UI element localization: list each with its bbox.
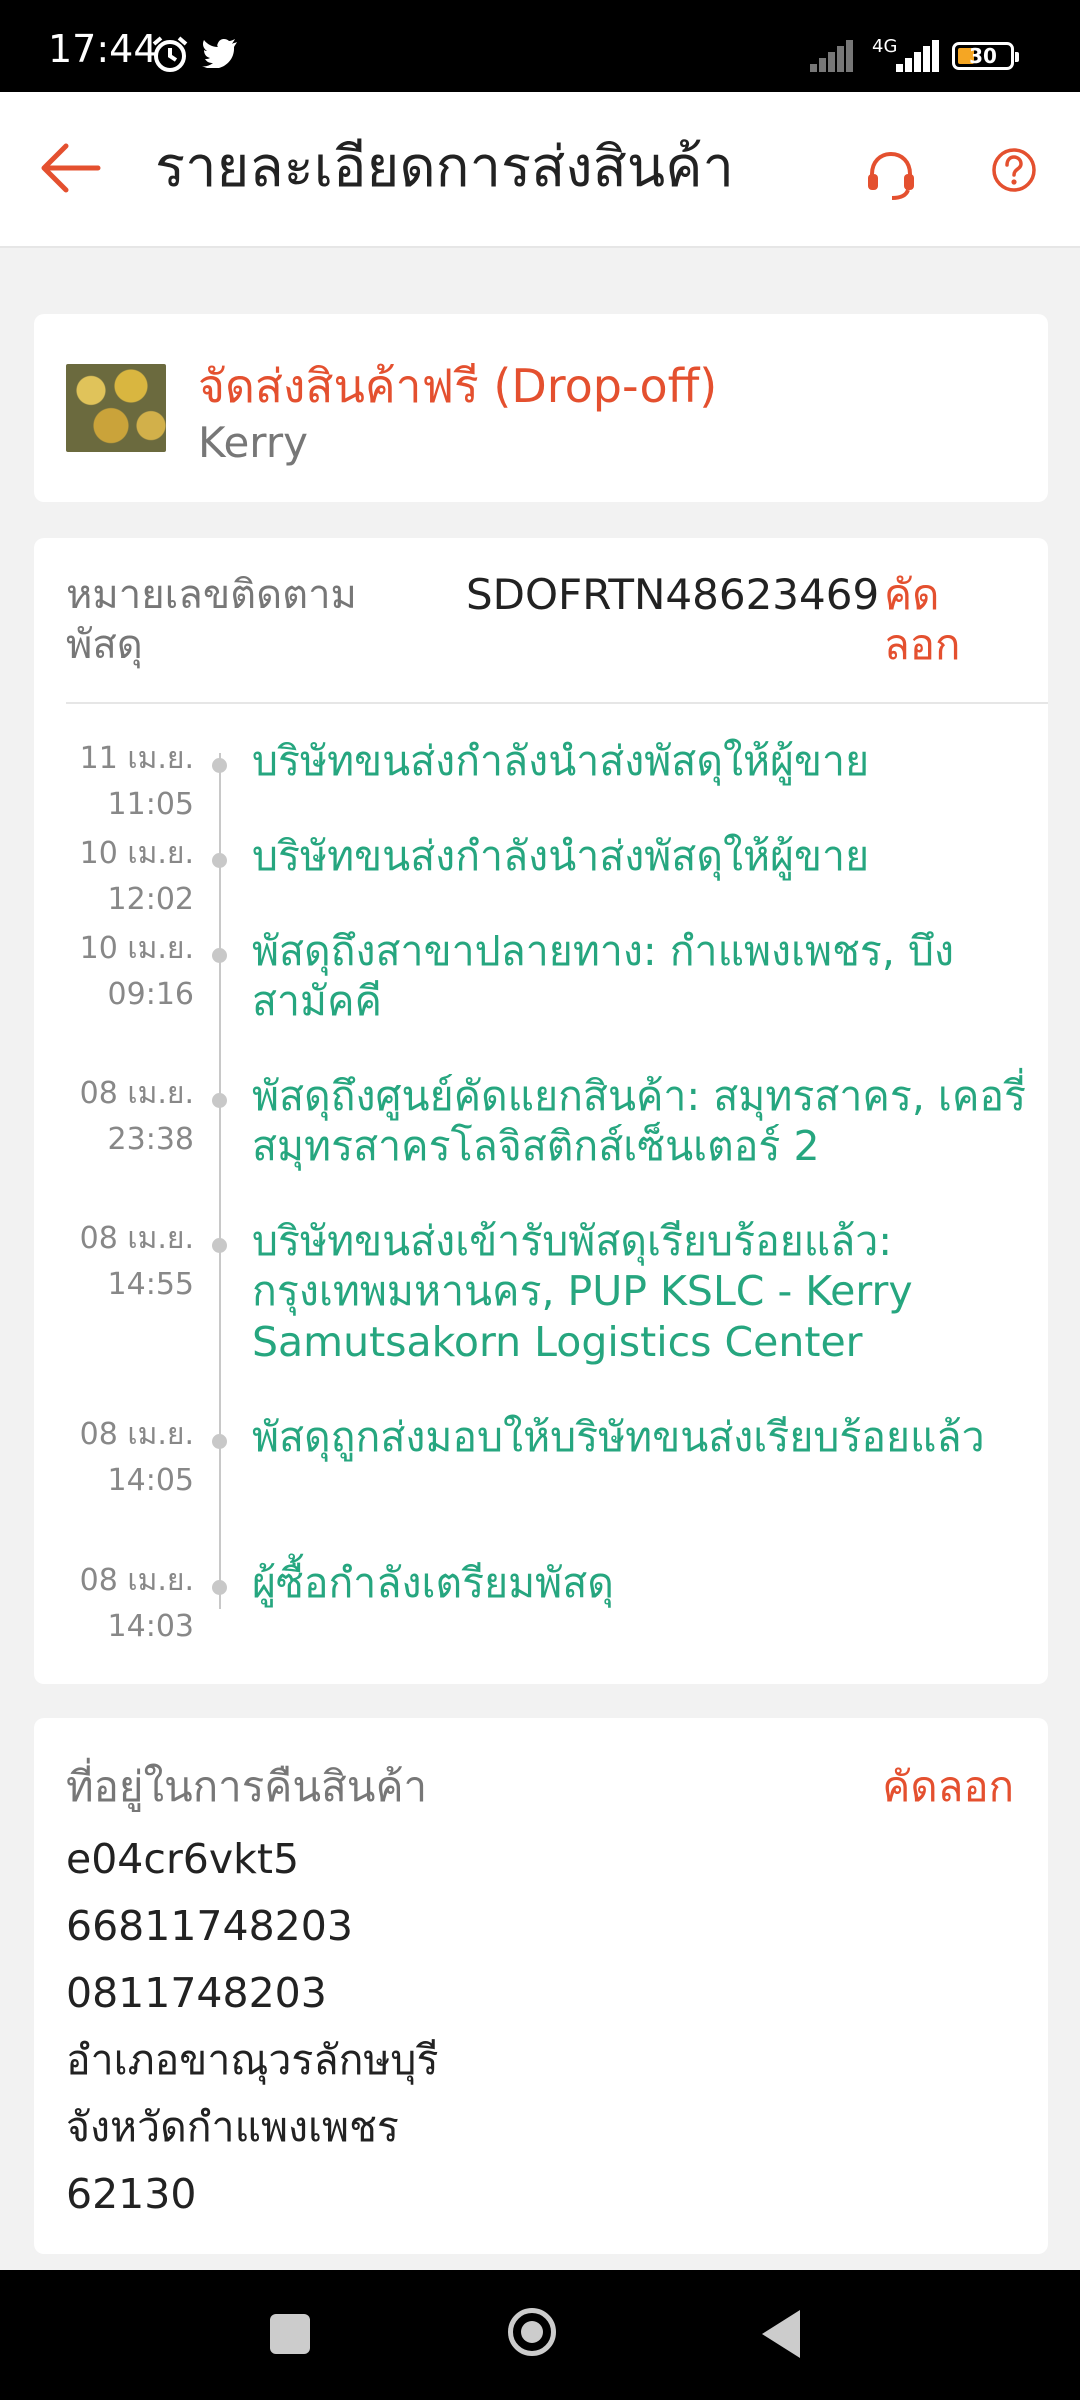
question-icon[interactable] [990,146,1038,194]
event-text: พัสดุถูกส่งมอบให้บริษัทขนส่งเรียบร้อยแล้… [252,1413,985,1461]
address-line: 0811748203 [66,1969,327,2017]
event-time: 23:38 [107,1121,194,1157]
address-lines: e04cr6vkt5 66811748203 0811748203 อำเภอข… [66,1826,438,2228]
event-time: 11:05 [107,786,194,822]
event-time: 12:02 [107,881,194,917]
tracking-label: หมายเลขติดตามพัสดุ [66,572,357,668]
event-text: บริษัทขนส่งกำลังนำส่งพัสดุให้ผู้ขาย [252,737,870,785]
battery-icon: 30 [952,42,1019,70]
address-line: 66811748203 [66,1902,353,1950]
timeline-dot [212,758,227,773]
carrier-name: Kerry [198,418,308,467]
event-date: 08 เม.ย. [79,1563,194,1598]
event-time: 14:03 [107,1608,194,1644]
return-address-label: ที่อยู่ในการคืนสินค้า [66,1762,428,1811]
alarm-icon [152,36,188,72]
event-date: 08 เม.ย. [79,1417,194,1452]
address-line: จังหวัดกำแพงเพชร [66,2103,399,2151]
timeline-dot [212,1093,227,1108]
timeline-dot [212,948,227,963]
event-time: 09:16 [107,976,194,1012]
event-text: บริษัทขนส่งกำลังนำส่งพัสดุให้ผู้ขาย [252,832,870,880]
address-line: e04cr6vkt5 [66,1835,300,1883]
event-date: 08 เม.ย. [79,1076,194,1111]
timeline-dot [212,1580,227,1595]
timeline-dot [212,1238,227,1253]
signal-icon [810,40,854,72]
event-date: 10 เม.ย. [79,836,194,871]
return-address-card: ที่อยู่ในการคืนสินค้า คัดลอก e04cr6vkt5 … [34,1718,1048,2254]
signal-icon [896,40,940,72]
timeline-line [219,753,221,1609]
app-bar: รายละเอียดการส่งสินค้า [0,92,1080,248]
copy-tracking-button[interactable]: คัดลอก [884,570,1004,671]
divider [66,702,1048,704]
recents-icon[interactable] [270,2314,310,2354]
timeline-dot [212,853,227,868]
event-time: 14:55 [107,1266,194,1302]
event-text: พัสดุถึงสาขาปลายทาง: กำแพงเพชร, บึงสามัค… [252,927,955,1026]
twitter-icon [202,38,237,68]
shipping-card: จัดส่งสินค้าฟรี (Drop-off) Kerry [34,314,1048,502]
event-text: ผู้ซื้อกำลังเตรียมพัสดุ [252,1559,614,1607]
tracking-number: SDOFRTN48623469 [466,570,880,619]
timeline-dot [212,1434,227,1449]
event-date: 08 เม.ย. [79,1221,194,1256]
address-line: อำเภอขาณุวรลักษบุรี [66,2036,439,2084]
status-time: 17:44 [48,27,158,71]
address-line: 62130 [66,2170,197,2218]
headset-icon[interactable] [862,146,920,204]
back-triangle-icon[interactable] [762,2310,800,2358]
status-bar: 17:44 4G 30 [0,0,1080,92]
event-text: พัสดุถึงศูนย์คัดแยกสินค้า: สมุทรสาคร, เค… [252,1072,1027,1171]
shipping-method: จัดส่งสินค้าฟรี (Drop-off) [198,359,718,413]
arrow-left-icon[interactable] [36,134,104,202]
page-title: รายละเอียดการส่งสินค้า [155,135,735,200]
battery-percent: 30 [969,44,997,68]
event-date: 10 เม.ย. [79,931,194,966]
system-nav-bar [0,2270,1080,2400]
network-type: 4G [872,36,898,57]
tracking-card: หมายเลขติดตามพัสดุ SDOFRTN48623469 คัดลอ… [34,538,1048,1684]
product-thumbnail [66,364,166,452]
event-time: 14:05 [107,1462,194,1498]
event-text: บริษัทขนส่งเข้ารับพัสดุเรียบร้อยแล้ว: กร… [252,1217,913,1366]
home-icon[interactable] [508,2308,556,2356]
copy-address-button[interactable]: คัดลอก [882,1754,1014,1820]
event-date: 11 เม.ย. [79,741,194,776]
